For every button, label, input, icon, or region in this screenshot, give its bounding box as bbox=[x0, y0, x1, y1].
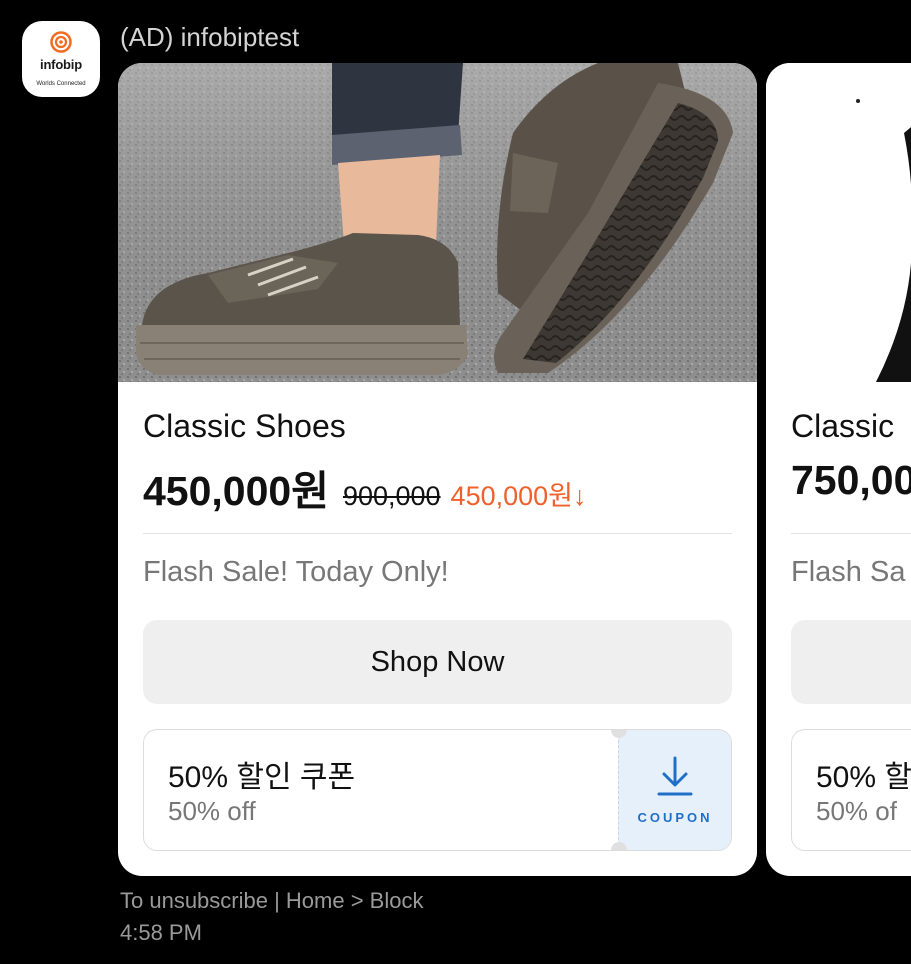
shoe-photo bbox=[118, 63, 757, 382]
coupon-notch bbox=[611, 842, 627, 850]
product-image[interactable] bbox=[118, 63, 757, 382]
product-title: Classic bbox=[791, 408, 895, 444]
discount-amount: 450,000원↓ bbox=[450, 481, 587, 511]
product-image[interactable] bbox=[766, 63, 911, 382]
message-thread: infobip Worlds Connected (AD) infobiptes… bbox=[0, 0, 911, 964]
shop-now-button[interactable]: Shop Now bbox=[143, 620, 732, 704]
coupon[interactable]: 50% 할인 쿠폰 50% off COUPON bbox=[143, 729, 732, 851]
carousel-card[interactable]: Classic Shoes 450,000원 900,000 450,000원↓… bbox=[118, 63, 757, 876]
coupon[interactable]: 50% 할 50% of bbox=[791, 729, 911, 851]
unsubscribe-info[interactable]: To unsubscribe | Home > Block bbox=[120, 888, 423, 914]
coupon-download-button[interactable]: COUPON bbox=[618, 730, 731, 850]
product-description: Flash Sale! Today Only! bbox=[143, 556, 449, 588]
coupon-subtitle: 50% off bbox=[168, 796, 256, 826]
product-title: Classic Shoes bbox=[143, 408, 346, 444]
download-icon bbox=[657, 756, 693, 796]
product-description: Flash Sa bbox=[791, 556, 906, 588]
coupon-label: COUPON bbox=[637, 810, 713, 825]
sender-avatar[interactable]: infobip Worlds Connected bbox=[22, 21, 100, 97]
divider bbox=[143, 533, 732, 534]
divider bbox=[791, 533, 911, 534]
original-price: 900,000 bbox=[342, 481, 441, 511]
brand-name: infobip bbox=[40, 57, 82, 72]
sale-price: 750,00 bbox=[791, 457, 911, 503]
message-timestamp: 4:58 PM bbox=[120, 920, 202, 945]
sender-name: (AD) infobiptest bbox=[120, 22, 300, 52]
carousel-card[interactable]: Classic 750,00 Flash Sa 50% 할 50% of bbox=[766, 63, 911, 876]
brand-tagline: Worlds Connected bbox=[36, 81, 86, 87]
price-row: 450,000원 900,000 450,000원↓ bbox=[143, 457, 587, 517]
shop-now-button[interactable] bbox=[791, 620, 911, 704]
coupon-title: 50% 할인 쿠폰 bbox=[168, 761, 356, 794]
infobip-ring-icon bbox=[50, 31, 72, 53]
price-row: 750,00 bbox=[791, 457, 911, 504]
sale-price: 450,000원 bbox=[143, 468, 329, 514]
coupon-title: 50% 할 bbox=[816, 761, 911, 794]
coupon-subtitle: 50% of bbox=[816, 796, 897, 826]
shoe-photo bbox=[766, 63, 911, 382]
